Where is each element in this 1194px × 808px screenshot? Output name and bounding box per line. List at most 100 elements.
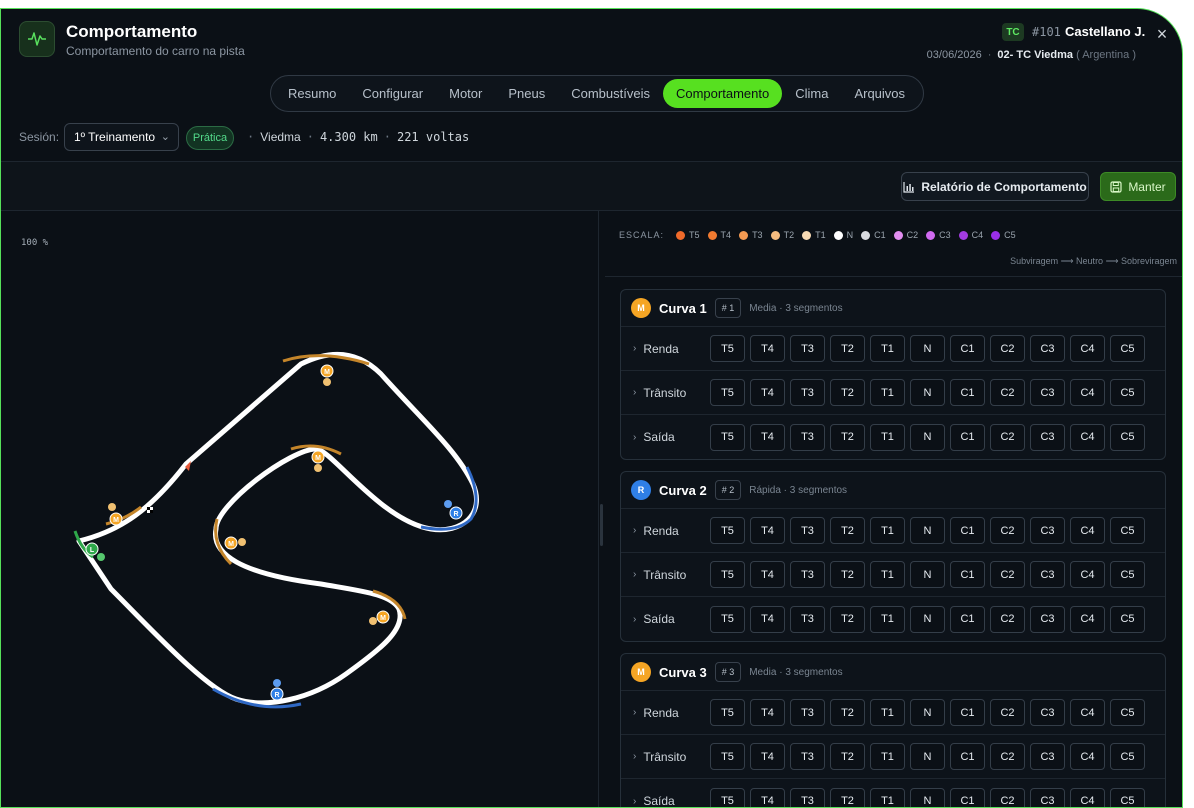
segment-toggle[interactable]: ›Saída xyxy=(633,612,675,626)
rating-option-c3[interactable]: C3 xyxy=(1030,699,1065,726)
track-map[interactable]: M M M M M R R L xyxy=(1,9,598,807)
rating-option-c4[interactable]: C4 xyxy=(1070,743,1105,770)
behavior-report-button[interactable]: Relatório de Comportamento xyxy=(901,172,1089,201)
rating-option-t1[interactable]: T1 xyxy=(870,743,905,770)
rating-option-c2[interactable]: C2 xyxy=(990,561,1025,588)
rating-option-n[interactable]: N xyxy=(910,561,945,588)
rating-option-t5[interactable]: T5 xyxy=(710,606,745,633)
tab-comportamento[interactable]: Comportamento xyxy=(663,79,782,108)
rating-option-t2[interactable]: T2 xyxy=(830,335,865,362)
rating-option-n[interactable]: N xyxy=(910,517,945,544)
rating-option-t5[interactable]: T5 xyxy=(710,424,745,451)
rating-option-c5[interactable]: C5 xyxy=(1110,424,1145,451)
segment-toggle[interactable]: ›Saída xyxy=(633,794,675,808)
rating-option-t4[interactable]: T4 xyxy=(750,424,785,451)
rating-option-c2[interactable]: C2 xyxy=(990,379,1025,406)
rating-option-c1[interactable]: C1 xyxy=(950,743,985,770)
rating-option-c1[interactable]: C1 xyxy=(950,379,985,406)
rating-option-t5[interactable]: T5 xyxy=(710,561,745,588)
curve-marker-1[interactable]: M xyxy=(321,365,333,386)
rating-option-c2[interactable]: C2 xyxy=(990,335,1025,362)
rating-option-t4[interactable]: T4 xyxy=(750,379,785,406)
segment-toggle[interactable]: ›Saída xyxy=(633,430,675,444)
rating-option-n[interactable]: N xyxy=(910,424,945,451)
rating-option-t2[interactable]: T2 xyxy=(830,743,865,770)
segment-toggle[interactable]: ›Trânsito xyxy=(633,568,686,582)
rating-option-t4[interactable]: T4 xyxy=(750,335,785,362)
rating-option-c4[interactable]: C4 xyxy=(1070,335,1105,362)
rating-option-c3[interactable]: C3 xyxy=(1030,606,1065,633)
curve-marker-fast-1[interactable]: R xyxy=(444,500,462,519)
segment-toggle[interactable]: ›Trânsito xyxy=(633,750,686,764)
rating-option-n[interactable]: N xyxy=(910,606,945,633)
rating-option-t3[interactable]: T3 xyxy=(790,606,825,633)
rating-option-t1[interactable]: T1 xyxy=(870,606,905,633)
rating-option-t2[interactable]: T2 xyxy=(830,561,865,588)
rating-option-c3[interactable]: C3 xyxy=(1030,743,1065,770)
rating-option-c5[interactable]: C5 xyxy=(1110,517,1145,544)
rating-option-c2[interactable]: C2 xyxy=(990,743,1025,770)
rating-option-c4[interactable]: C4 xyxy=(1070,606,1105,633)
rating-option-c1[interactable]: C1 xyxy=(950,517,985,544)
rating-option-c3[interactable]: C3 xyxy=(1030,517,1065,544)
rating-option-t5[interactable]: T5 xyxy=(710,699,745,726)
rating-option-t2[interactable]: T2 xyxy=(830,379,865,406)
rating-option-c4[interactable]: C4 xyxy=(1070,517,1105,544)
rating-option-t4[interactable]: T4 xyxy=(750,561,785,588)
rating-option-t4[interactable]: T4 xyxy=(750,517,785,544)
rating-option-c2[interactable]: C2 xyxy=(990,517,1025,544)
rating-option-t1[interactable]: T1 xyxy=(870,517,905,544)
rating-option-c4[interactable]: C4 xyxy=(1070,379,1105,406)
rating-option-t4[interactable]: T4 xyxy=(750,606,785,633)
rating-option-c4[interactable]: C4 xyxy=(1070,424,1105,451)
curve-marker-2[interactable]: M xyxy=(312,451,324,472)
rating-option-c2[interactable]: C2 xyxy=(990,606,1025,633)
rating-option-t1[interactable]: T1 xyxy=(870,379,905,406)
rating-option-t2[interactable]: T2 xyxy=(830,517,865,544)
rating-option-t1[interactable]: T1 xyxy=(870,335,905,362)
rating-option-c3[interactable]: C3 xyxy=(1030,335,1065,362)
rating-option-t1[interactable]: T1 xyxy=(870,699,905,726)
rating-option-c1[interactable]: C1 xyxy=(950,699,985,726)
rating-option-c3[interactable]: C3 xyxy=(1030,561,1065,588)
save-button[interactable]: Manter xyxy=(1100,172,1176,201)
rating-option-c5[interactable]: C5 xyxy=(1110,606,1145,633)
rating-option-c1[interactable]: C1 xyxy=(950,335,985,362)
rating-option-c3[interactable]: C3 xyxy=(1030,379,1065,406)
resize-handle[interactable] xyxy=(600,504,603,546)
curve-marker-3[interactable]: M xyxy=(225,537,246,549)
rating-option-t1[interactable]: T1 xyxy=(870,424,905,451)
rating-option-t1[interactable]: T1 xyxy=(870,561,905,588)
curve-marker-fast-2[interactable]: R xyxy=(271,679,283,700)
rating-option-n[interactable]: N xyxy=(910,699,945,726)
rating-option-n[interactable]: N xyxy=(910,379,945,406)
rating-option-c1[interactable]: C1 xyxy=(950,424,985,451)
rating-option-t3[interactable]: T3 xyxy=(790,743,825,770)
tab-arquivos[interactable]: Arquivos xyxy=(841,79,918,108)
rating-option-c2[interactable]: C2 xyxy=(990,424,1025,451)
rating-option-t3[interactable]: T3 xyxy=(790,699,825,726)
rating-option-t3[interactable]: T3 xyxy=(790,561,825,588)
rating-option-t4[interactable]: T4 xyxy=(750,743,785,770)
tab-clima[interactable]: Clima xyxy=(782,79,841,108)
rating-option-t2[interactable]: T2 xyxy=(830,699,865,726)
rating-option-c5[interactable]: C5 xyxy=(1110,699,1145,726)
rating-option-c1[interactable]: C1 xyxy=(950,561,985,588)
rating-option-t3[interactable]: T3 xyxy=(790,517,825,544)
rating-option-c1[interactable]: C1 xyxy=(950,606,985,633)
rating-option-c5[interactable]: C5 xyxy=(1110,379,1145,406)
segment-toggle[interactable]: ›Renda xyxy=(633,706,679,720)
rating-option-c4[interactable]: C4 xyxy=(1070,699,1105,726)
rating-option-t5[interactable]: T5 xyxy=(710,743,745,770)
rating-option-c2[interactable]: C2 xyxy=(990,699,1025,726)
curve-marker-4[interactable]: M xyxy=(369,611,389,625)
rating-option-c3[interactable]: C3 xyxy=(1030,424,1065,451)
rating-option-t2[interactable]: T2 xyxy=(830,606,865,633)
rating-option-c5[interactable]: C5 xyxy=(1110,743,1145,770)
rating-option-c5[interactable]: C5 xyxy=(1110,561,1145,588)
rating-option-t5[interactable]: T5 xyxy=(710,517,745,544)
rating-option-t5[interactable]: T5 xyxy=(710,335,745,362)
rating-option-t2[interactable]: T2 xyxy=(830,424,865,451)
rating-option-t3[interactable]: T3 xyxy=(790,335,825,362)
segment-toggle[interactable]: ›Trânsito xyxy=(633,386,686,400)
